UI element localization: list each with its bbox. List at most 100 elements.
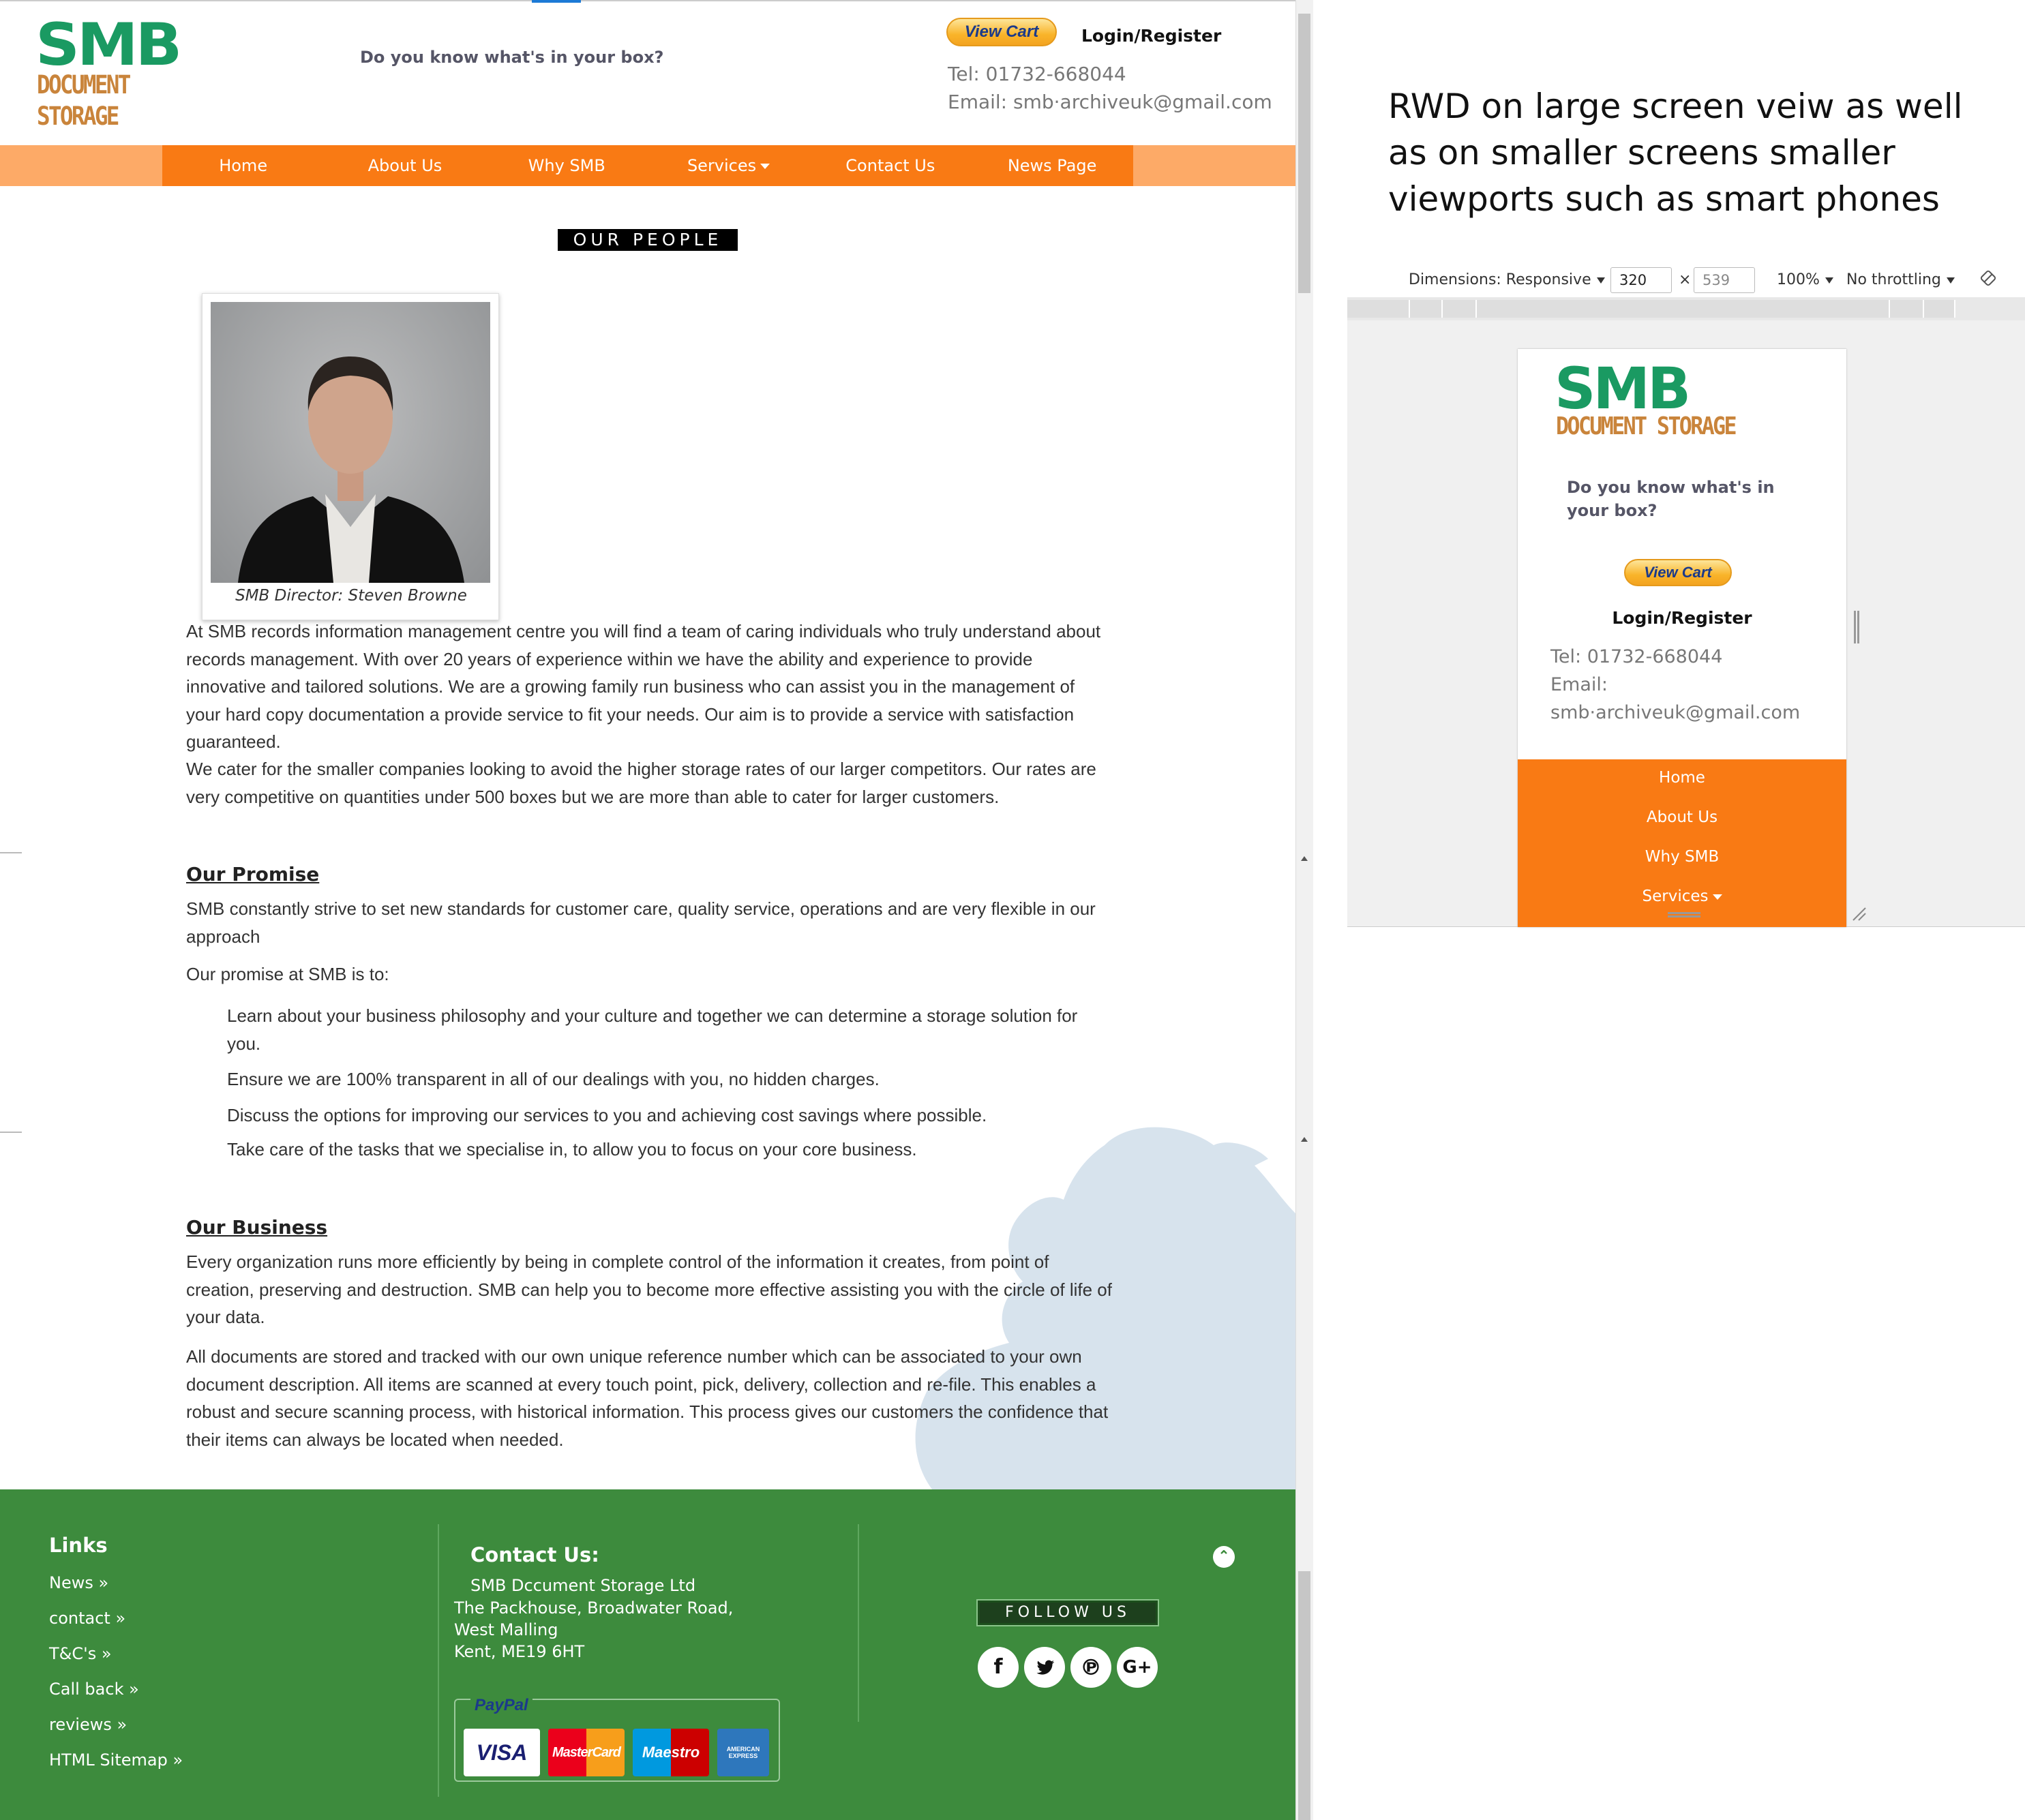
mobile-phone-number: Tel: 01732-668044 <box>1550 646 1723 667</box>
view-cart-button[interactable]: View Cart <box>946 18 1057 46</box>
back-to-top-icon[interactable]: ⌃ <box>1213 1546 1235 1568</box>
our-business-heading: Our Business <box>186 1216 328 1239</box>
footer-divider <box>438 1524 439 1797</box>
caret-down-icon <box>1712 894 1722 900</box>
resize-corner-icon[interactable] <box>1852 907 1867 922</box>
footer-address-line: Kent, ME19 6HT <box>454 1642 585 1661</box>
mobile-nav-services-label: Services <box>1642 888 1709 905</box>
pinterest-icon[interactable]: ℗ <box>1070 1647 1111 1688</box>
viewport-height-input[interactable]: 539 <box>1694 267 1755 293</box>
media-query-segment[interactable] <box>1924 300 1955 318</box>
viewport-scrollbar[interactable] <box>1854 611 1859 643</box>
nav-home[interactable]: Home <box>162 145 324 186</box>
site-logo[interactable]: SMB DOCUMENT STORAGE <box>35 16 240 131</box>
mobile-nav-about-us[interactable]: About Us <box>1518 808 1846 826</box>
visa-card-icon: VISA <box>464 1729 540 1776</box>
dimensions-label: Dimensions: Responsive <box>1409 271 1591 288</box>
business-paragraph-2: All documents are stored and tracked wit… <box>186 1346 1109 1450</box>
dropdown-arrow-icon <box>1946 277 1955 284</box>
promise-item: Ensure we are 100% transparent in all of… <box>227 1069 880 1089</box>
promise-item: Take care of the tasks that we specialis… <box>227 1139 917 1159</box>
mobile-logo[interactable]: SMB DOCUMENT STORAGE <box>1555 355 1773 444</box>
scroll-up-arrow-icon[interactable] <box>1301 856 1308 861</box>
mobile-logo-smb: SMB <box>1555 355 1691 422</box>
mobile-login-register-link[interactable]: Login/Register <box>1518 608 1846 628</box>
login-register-link[interactable]: Login/Register <box>1081 26 1221 46</box>
footer-link-contact[interactable]: contact » <box>49 1609 125 1628</box>
business-paragraph-1: Every organization runs more efficiently… <box>186 1252 1112 1327</box>
logo-text-smb: SMB <box>35 11 182 79</box>
footer-link-news[interactable]: News » <box>49 1573 108 1592</box>
scroll-up-arrow-icon[interactable] <box>1301 1137 1308 1142</box>
nav-contact-us[interactable]: Contact Us <box>809 145 971 186</box>
promise-item: Discuss the options for improving our se… <box>227 1105 987 1125</box>
viewport-width-input[interactable]: 320 <box>1610 267 1672 293</box>
zoom-dropdown[interactable]: 100% <box>1777 271 1833 288</box>
nav-why-smb[interactable]: Why SMB <box>486 145 648 186</box>
mobile-nav: Home About Us Why SMB Services <box>1518 759 1846 927</box>
our-promise-heading: Our Promise <box>186 863 320 885</box>
media-query-segment[interactable] <box>1443 300 1477 318</box>
throttle-dropdown[interactable]: No throttling <box>1846 271 1955 288</box>
devtools-toolbar: Dimensions: Responsive 320 × 539 100% No… <box>1347 263 2025 297</box>
promise-intro: SMB constantly strive to set new standar… <box>186 898 1096 947</box>
mobile-nav-home[interactable]: Home <box>1518 769 1846 787</box>
media-query-segment[interactable] <box>1890 300 1924 318</box>
tab-indicator <box>532 0 581 3</box>
follow-us-label: FOLLOW US <box>976 1599 1159 1626</box>
our-people-heading: OUR PEOPLE <box>558 229 738 251</box>
mobile-logo-document-storage: DOCUMENT STORAGE <box>1556 412 1737 440</box>
mobile-view-cart-button[interactable]: View Cart <box>1624 559 1732 586</box>
paypal-logo: PayPal <box>470 1696 532 1715</box>
nav-about-us[interactable]: About Us <box>324 145 485 186</box>
margin-marker <box>0 852 22 853</box>
mobile-nav-services[interactable]: Services <box>1518 888 1846 905</box>
nav-news-page[interactable]: News Page <box>971 145 1132 186</box>
maestro-icon: Maestro <box>633 1729 709 1776</box>
payment-methods: PayPal VISA MasterCard Maestro AMERICAN … <box>454 1696 780 1782</box>
twitter-icon[interactable] <box>1024 1647 1065 1688</box>
promise-lead: Our promise at SMB is to: <box>186 964 389 984</box>
resize-handle-icon[interactable] <box>1668 912 1700 917</box>
nav-services-label: Services <box>687 156 757 175</box>
media-query-segment[interactable] <box>1347 300 1410 318</box>
intro-paragraph-2: We cater for the smaller companies looki… <box>186 759 1096 807</box>
mobile-nav-why-smb[interactable]: Why SMB <box>1518 848 1846 866</box>
caret-down-icon <box>760 164 770 169</box>
promise-item: Learn about your business philosophy and… <box>227 1005 1078 1054</box>
mobile-email-label: Email: <box>1550 674 1608 695</box>
dropdown-arrow-icon <box>1596 277 1605 284</box>
intro-paragraph-1: At SMB records information management ce… <box>186 621 1101 752</box>
mobile-tagline: Do you know what's in your box? <box>1567 478 1775 520</box>
zoom-label: 100% <box>1777 271 1820 288</box>
footer-link-call-back[interactable]: Call back » <box>49 1680 139 1699</box>
photo-caption: SMB Director: Steven Browne <box>235 587 467 605</box>
amex-icon: AMERICAN EXPRESS <box>717 1729 769 1776</box>
media-query-segment[interactable] <box>1477 300 1890 318</box>
margin-marker <box>0 1132 22 1133</box>
facebook-icon[interactable]: f <box>978 1647 1019 1688</box>
director-photo-card: SMB Director: Steven Browne <box>202 293 499 620</box>
mobile-viewport: SMB DOCUMENT STORAGE Do you know what's … <box>1518 349 1846 927</box>
phone-number: Tel: 01732-668044 <box>948 63 1126 85</box>
footer-link-sitemap[interactable]: HTML Sitemap » <box>49 1750 183 1770</box>
times-symbol: × <box>1679 271 1692 288</box>
mastercard-icon: MasterCard <box>548 1729 625 1776</box>
nav-services[interactable]: Services <box>648 145 809 186</box>
mobile-email-address[interactable]: smb·archiveuk@gmail.com <box>1550 702 1800 723</box>
google-plus-icon[interactable]: G+ <box>1117 1647 1158 1688</box>
media-query-segment[interactable] <box>1410 300 1443 318</box>
rotate-icon[interactable] <box>1979 269 1998 292</box>
footer-links-title: Links <box>49 1534 108 1557</box>
annotation-note: RWD on large screen veiw as well as on s… <box>1388 87 1963 219</box>
footer-contact-title: Contact Us: <box>470 1543 599 1566</box>
scrollbar-thumb[interactable] <box>1298 1571 1310 1820</box>
footer-company-name: SMB Dccument Storage Ltd <box>470 1576 696 1595</box>
footer-divider <box>858 1524 859 1722</box>
director-photo <box>211 302 490 583</box>
dimensions-dropdown[interactable]: Dimensions: Responsive <box>1409 271 1605 288</box>
footer-link-terms[interactable]: T&C's » <box>49 1644 112 1663</box>
footer-link-reviews[interactable]: reviews » <box>49 1715 127 1734</box>
scrollbar-thumb[interactable] <box>1298 14 1310 293</box>
email-address[interactable]: Email: smb·archiveuk@gmail.com <box>948 91 1272 113</box>
